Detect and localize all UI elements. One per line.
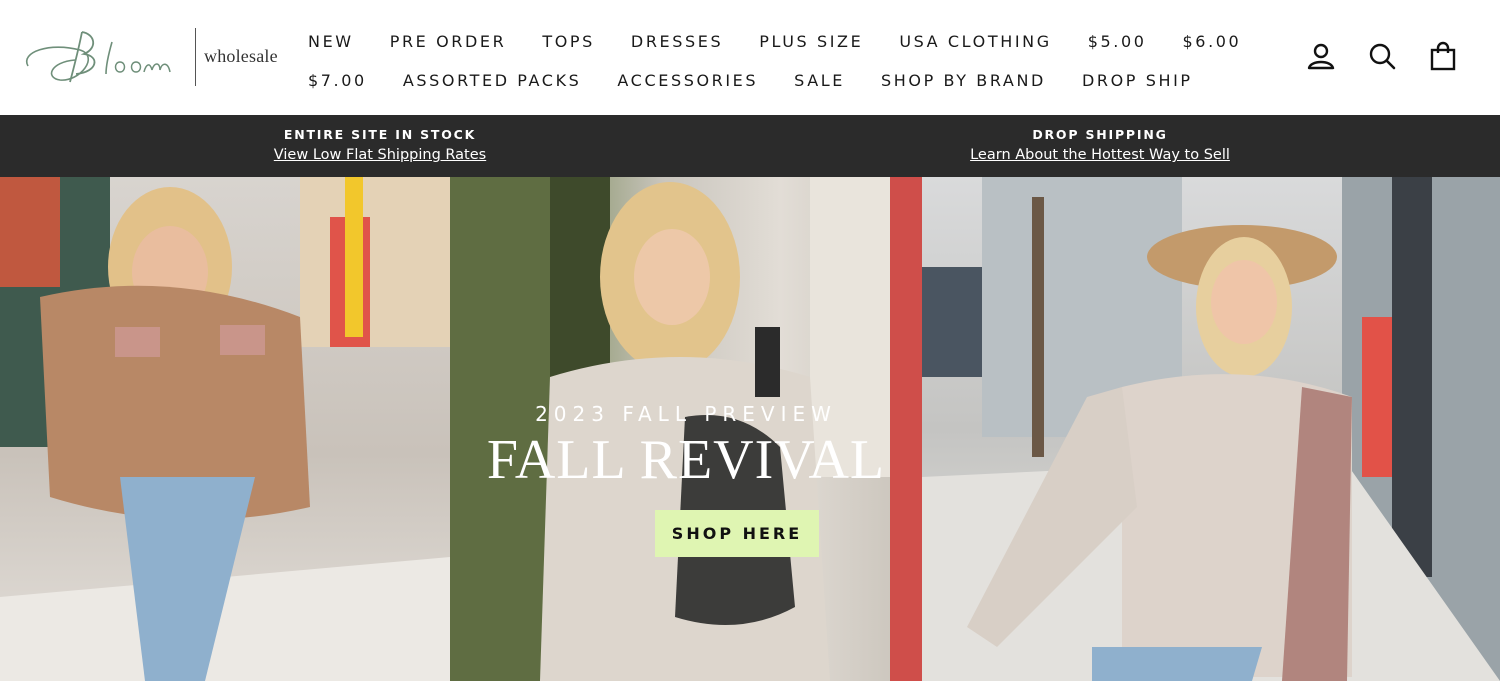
announcement-stock: ENTIRE SITE IN STOCK View Low Flat Shipp… — [230, 127, 530, 163]
nav-item-6-dollar[interactable]: $6.00 — [1183, 32, 1242, 51]
logo-divider — [195, 28, 196, 86]
account-icon[interactable] — [1305, 40, 1337, 72]
hero-kicker: 2023 FALL PREVIEW — [535, 402, 837, 426]
cart-icon[interactable] — [1427, 40, 1459, 72]
nav-item-new[interactable]: NEW — [308, 32, 354, 51]
nav-item-tops[interactable]: TOPS — [542, 32, 595, 51]
drop-shipping-link[interactable]: Learn About the Hottest Way to Sell — [950, 147, 1250, 163]
site-header: wholesale NEW PRE ORDER TOPS DRESSES PLU… — [0, 0, 1500, 115]
header-icons — [1305, 40, 1488, 72]
nav-item-plus-size[interactable]: PLUS SIZE — [759, 32, 863, 51]
hero-photo-left — [0, 177, 450, 681]
hero-banner[interactable]: 2023 FALL PREVIEW FALL REVIVAL — [0, 177, 1500, 681]
nav-item-7-dollar[interactable]: $7.00 — [308, 71, 367, 90]
nav-item-pre-order[interactable]: PRE ORDER — [390, 32, 507, 51]
hero-title: FALL REVIVAL — [486, 429, 886, 491]
shipping-rates-link[interactable]: View Low Flat Shipping Rates — [230, 147, 530, 163]
announcement-drop-shipping: DROP SHIPPING Learn About the Hottest Wa… — [950, 127, 1250, 163]
announcement-title: ENTIRE SITE IN STOCK — [283, 127, 477, 142]
logo-wordmark: wholesale — [204, 46, 278, 66]
nav-row-1: NEW PRE ORDER TOPS DRESSES PLUS SIZE USA… — [290, 22, 1239, 61]
hero-text-block: 2023 FALL PREVIEW FALL REVIVAL — [396, 402, 976, 492]
nav-item-assorted-packs[interactable]: ASSORTED PACKS — [403, 71, 582, 90]
announcement-bar: ENTIRE SITE IN STOCK View Low Flat Shipp… — [0, 115, 1500, 177]
hero-photo-right — [922, 177, 1500, 681]
brand-logo[interactable]: wholesale — [20, 22, 278, 92]
nav-item-5-dollar[interactable]: $5.00 — [1088, 32, 1147, 51]
nav-item-shop-by-brand[interactable]: SHOP BY BRAND — [881, 71, 1046, 90]
shop-here-button[interactable]: SHOP HERE — [655, 510, 819, 557]
nav-item-drop-ship[interactable]: DROP SHIP — [1082, 71, 1193, 90]
nav-item-accessories[interactable]: ACCESSORIES — [617, 71, 758, 90]
nav-item-sale[interactable]: SALE — [794, 71, 845, 90]
logo-script-icon — [25, 31, 171, 83]
announcement-title: DROP SHIPPING — [1032, 127, 1168, 142]
nav-item-dresses[interactable]: DRESSES — [631, 32, 723, 51]
search-icon[interactable] — [1366, 40, 1398, 72]
nav-row-2: $7.00 ASSORTED PACKS ACCESSORIES SALE SH… — [290, 61, 1230, 100]
main-navigation: NEW PRE ORDER TOPS DRESSES PLUS SIZE USA… — [290, 22, 1239, 100]
nav-item-usa-clothing[interactable]: USA CLOTHING — [899, 32, 1051, 51]
